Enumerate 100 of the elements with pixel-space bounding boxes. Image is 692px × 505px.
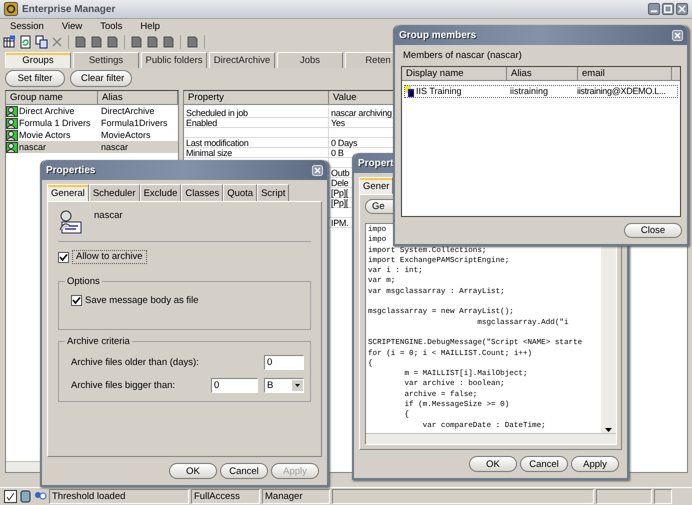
document-icon[interactable] <box>186 35 199 49</box>
minimize-icon[interactable] <box>648 3 660 15</box>
refresh-icon[interactable] <box>19 35 32 49</box>
table-cell: Dele <box>331 178 348 188</box>
filter-button[interactable]: Clear filter <box>70 70 132 87</box>
input-field[interactable]: 0 <box>264 355 304 370</box>
group-icon <box>6 118 18 128</box>
menu-item[interactable]: Tools <box>96 20 136 32</box>
field-label: Archive files older than (days): <box>71 357 199 368</box>
table-cell: IPM. <box>331 218 348 228</box>
grid-icon[interactable] <box>3 35 16 49</box>
close-icon[interactable] <box>676 3 688 15</box>
tab[interactable]: Groups <box>5 52 71 68</box>
dialog-button[interactable]: OK <box>469 456 517 472</box>
dialog-title: Group members <box>399 30 476 40</box>
table-cell-text: Formula1Drivers <box>100 118 169 128</box>
checkbox-label[interactable]: Save message body as file <box>85 295 199 306</box>
checklist-icon <box>4 490 17 503</box>
table-cell-text: Direct Archive <box>18 106 76 116</box>
table-cell-text: DirectArchive <box>100 106 156 116</box>
status-panel <box>596 489 652 504</box>
tab[interactable]: Gener <box>359 177 394 194</box>
table-cell: 0 B <box>331 148 344 158</box>
table-cell-text: Formula 1 Drivers <box>18 118 92 128</box>
column-header[interactable]: Alias <box>98 91 178 104</box>
menu-item[interactable]: Help <box>136 20 174 32</box>
dialog-button[interactable]: Apply <box>571 456 619 472</box>
close-button[interactable]: Close <box>624 223 682 238</box>
copy-icon[interactable] <box>35 35 48 49</box>
filter-button[interactable]: Set filter <box>5 70 65 87</box>
menu-item[interactable]: Session <box>6 20 58 32</box>
document-icon[interactable] <box>74 35 87 49</box>
tab[interactable]: Scheduler <box>88 184 140 201</box>
table-cell-text: iistraining@XDEMO.L... <box>576 86 667 97</box>
group-icon <box>6 130 18 140</box>
table-cell: [Pp][ <box>331 198 348 208</box>
table-cell-text: iistraining <box>509 86 550 97</box>
group-legend: Archive criteria <box>65 336 132 347</box>
table-cell: Outb <box>331 168 350 178</box>
group-row[interactable]: Formula 1 Drivers Formula1Drivers <box>6 117 178 129</box>
group-row[interactable]: Movie Actors MovieActors <box>6 129 178 141</box>
table-cell: 0 Days <box>331 138 358 148</box>
status-text: Threshold loaded <box>49 489 189 504</box>
checkbox-label[interactable]: Allow to archive <box>72 250 147 264</box>
tab[interactable]: DirectArchive <box>209 52 275 68</box>
user-icon <box>405 86 415 97</box>
table-cell: Scheduled in job <box>186 108 248 118</box>
table-cell: Yes <box>331 118 345 128</box>
dialog-button[interactable]: OK <box>169 463 217 479</box>
app-icon <box>4 2 18 16</box>
status-text: FullAccess <box>191 489 260 504</box>
table-cell-text: nascar <box>100 142 130 152</box>
dialog-button[interactable]: Cancel <box>520 456 568 472</box>
input-field[interactable]: 0 <box>211 378 258 393</box>
document-icon[interactable] <box>146 35 159 49</box>
document-icon[interactable] <box>90 35 103 49</box>
unit-select[interactable]: B <box>264 378 304 393</box>
column-header[interactable]: email <box>578 67 672 80</box>
member-row[interactable]: IIS Training iistraining iistraining@XDEMO.L... <box>404 85 678 98</box>
column-header[interactable]: Display name <box>402 67 507 80</box>
window-title: Enterprise Manager <box>22 4 116 14</box>
maximize-icon[interactable] <box>662 3 674 15</box>
tab[interactable]: Script <box>257 184 290 201</box>
checkbox[interactable] <box>71 295 82 306</box>
tab[interactable]: Public folders <box>141 52 207 68</box>
checkbox[interactable] <box>58 252 69 262</box>
group-icon <box>6 106 18 116</box>
scrollbar[interactable] <box>366 433 616 444</box>
column-header[interactable]: Property <box>184 91 329 104</box>
table-cell-text: nascar <box>18 142 48 152</box>
group-name: nascar <box>94 210 123 221</box>
status-panel <box>654 489 672 504</box>
dialog-title: Propert <box>358 158 394 168</box>
tab[interactable]: Classes <box>181 184 224 201</box>
table-cell-text: Movie Actors <box>18 130 72 140</box>
tab[interactable]: General <box>47 184 89 201</box>
table-cell: Minimal size <box>186 148 232 158</box>
column-header[interactable]: Alias <box>507 67 578 80</box>
database-icon <box>20 490 31 503</box>
group-row[interactable]: Direct Archive DirectArchive <box>6 105 178 117</box>
table-cell: Last modification <box>186 138 248 148</box>
group-row[interactable]: nascar nascar <box>6 141 178 153</box>
tab[interactable]: Jobs <box>277 52 343 68</box>
document-icon[interactable] <box>162 35 175 49</box>
document-icon[interactable] <box>106 35 119 49</box>
group-legend: Options <box>65 276 102 287</box>
table-cell-text: MovieActors <box>100 130 152 140</box>
dialog-button[interactable]: Cancel <box>220 463 268 479</box>
tab[interactable]: Quota <box>223 184 258 201</box>
document-icon[interactable] <box>130 35 143 49</box>
tab[interactable]: Exclude <box>140 184 182 201</box>
tab[interactable]: Settings <box>73 52 139 68</box>
table-cell: Enabled <box>186 118 217 128</box>
table-cell: [Pp][ <box>331 188 348 198</box>
menu-item[interactable]: View <box>58 20 96 32</box>
field-label: Archive files bigger than: <box>71 380 176 391</box>
table-cell: nascar archiving <box>331 108 392 118</box>
scroll-arrow-icon[interactable] <box>604 427 613 433</box>
dialog-title: Properties <box>46 164 96 176</box>
column-header[interactable]: Group name <box>6 91 98 104</box>
